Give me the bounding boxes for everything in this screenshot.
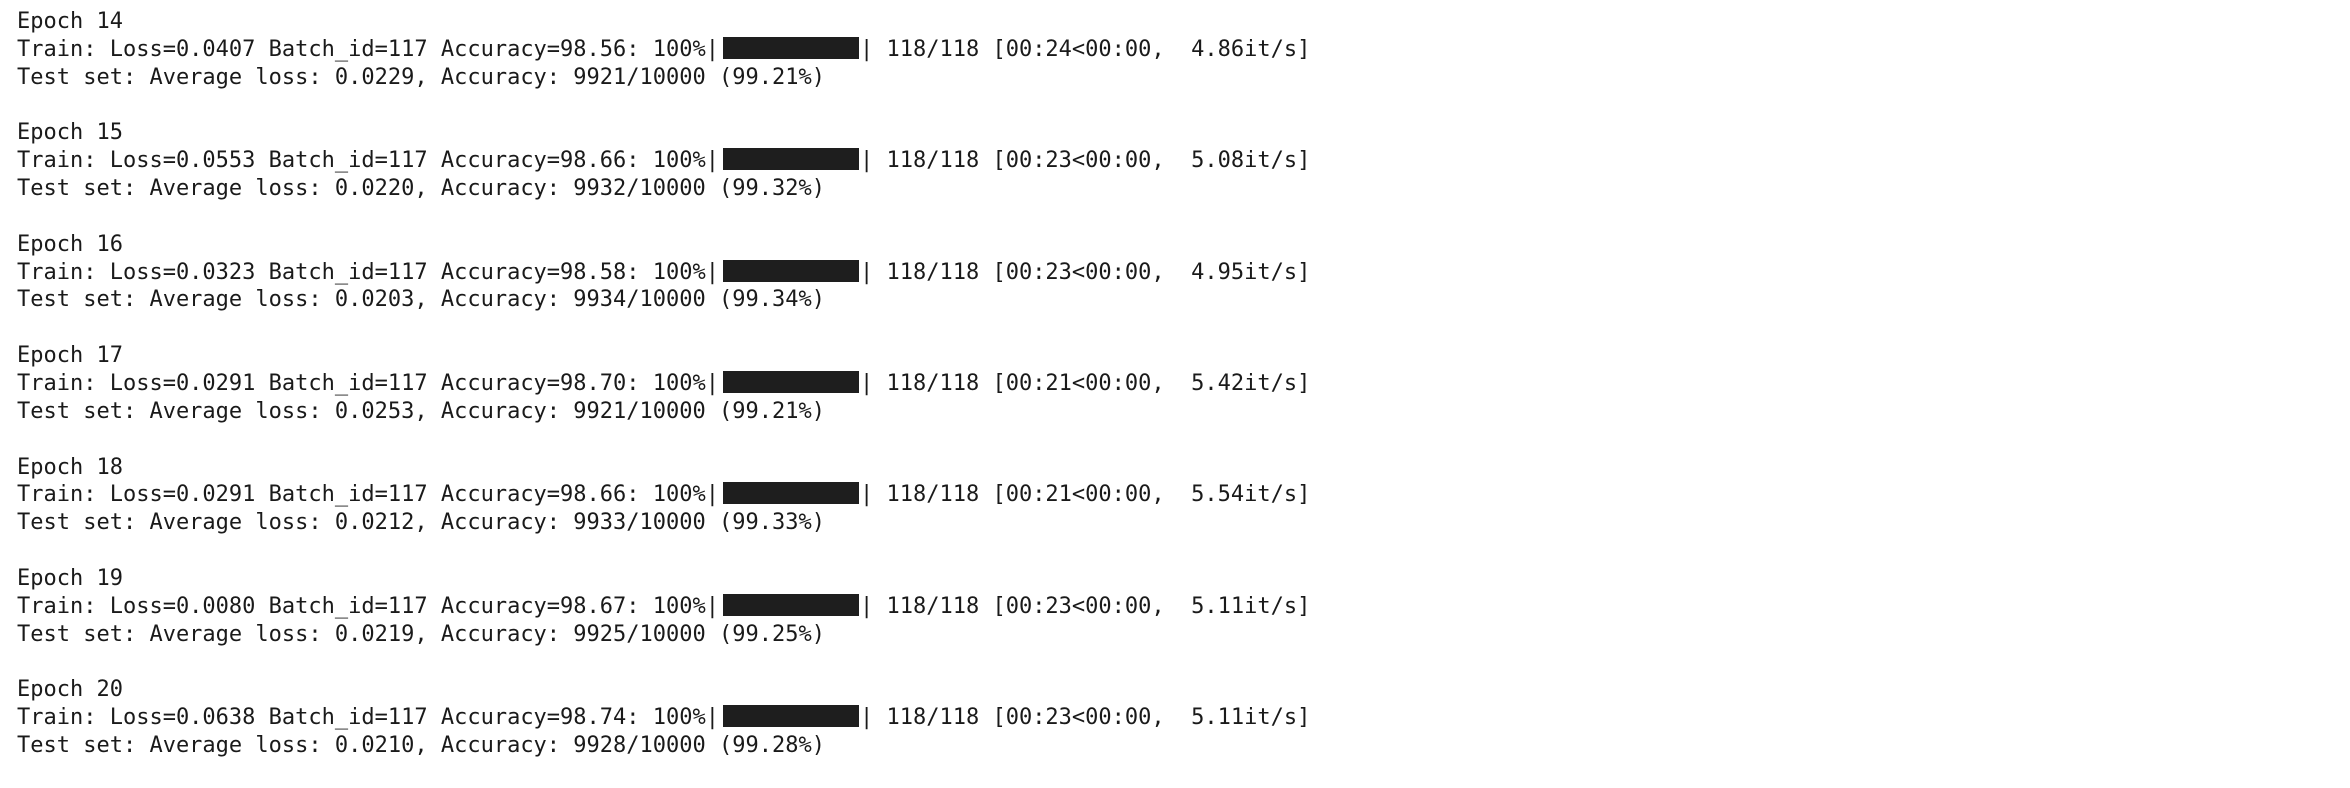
train-progress-stats: 118/118 [00:23<00:00, 5.11it/s] <box>873 593 1311 619</box>
train-progress-stats: 118/118 [00:23<00:00, 5.08it/s] <box>873 148 1311 174</box>
progress-bar-right-edge: | <box>860 482 874 508</box>
train-line: Train: Loss=0.0291 Batch_id=117 Accuracy… <box>17 481 2317 509</box>
epoch-block: Epoch 16 Train: Loss=0.0323 Batch_id=117… <box>17 231 2317 314</box>
progress-bar <box>723 482 859 505</box>
epoch-block: Epoch 15 Train: Loss=0.0553 Batch_id=117… <box>17 119 2317 202</box>
progress-bar-right-edge: | <box>860 593 874 619</box>
train-line: Train: Loss=0.0080 Batch_id=117 Accuracy… <box>17 593 2317 621</box>
epoch-block: Epoch 20 Train: Loss=0.0638 Batch_id=117… <box>17 676 2317 759</box>
epoch-header: Epoch 17 <box>17 343 123 369</box>
train-stats: Train: Loss=0.0080 Batch_id=117 Accuracy… <box>17 593 706 619</box>
progress-bar-left-edge: | <box>705 705 719 731</box>
test-result-line: Test set: Average loss: 0.0220, Accuracy… <box>17 175 825 201</box>
epoch-block: Epoch 19 Train: Loss=0.0080 Batch_id=117… <box>17 565 2317 648</box>
epoch-header: Epoch 19 <box>17 565 123 591</box>
train-line: Train: Loss=0.0407 Batch_id=117 Accuracy… <box>17 36 2317 64</box>
epoch-header: Epoch 15 <box>17 120 123 146</box>
progress-bar-left-edge: | <box>705 148 719 174</box>
progress-bar-fill <box>723 370 859 393</box>
train-line: Train: Loss=0.0323 Batch_id=117 Accuracy… <box>17 259 2317 287</box>
progress-bar-left-edge: | <box>705 36 719 62</box>
progress-bar-right-edge: | <box>860 36 874 62</box>
progress-bar <box>723 36 859 59</box>
progress-bar-right-edge: | <box>860 259 874 285</box>
progress-bar-fill <box>723 705 859 728</box>
test-result-line: Test set: Average loss: 0.0253, Accuracy… <box>17 398 825 424</box>
train-line: Train: Loss=0.0553 Batch_id=117 Accuracy… <box>17 147 2317 175</box>
progress-bar-fill <box>723 593 859 616</box>
train-stats: Train: Loss=0.0407 Batch_id=117 Accuracy… <box>17 36 706 62</box>
epoch-header: Epoch 14 <box>17 9 123 34</box>
progress-bar-right-edge: | <box>860 148 874 174</box>
progress-bar-fill <box>723 148 859 171</box>
epoch-header: Epoch 18 <box>17 454 123 480</box>
progress-bar-fill <box>723 482 859 505</box>
progress-bar <box>723 593 859 616</box>
progress-bar-left-edge: | <box>705 593 719 619</box>
train-stats: Train: Loss=0.0553 Batch_id=117 Accuracy… <box>17 148 706 174</box>
progress-bar-fill <box>723 259 859 282</box>
progress-bar-left-edge: | <box>705 259 719 285</box>
train-stats: Train: Loss=0.0323 Batch_id=117 Accuracy… <box>17 259 706 285</box>
train-line: Train: Loss=0.0291 Batch_id=117 Accuracy… <box>17 370 2317 398</box>
progress-bar <box>723 148 859 171</box>
test-result-line: Test set: Average loss: 0.0212, Accuracy… <box>17 510 825 536</box>
test-result-line: Test set: Average loss: 0.0219, Accuracy… <box>17 621 825 647</box>
train-stats: Train: Loss=0.0291 Batch_id=117 Accuracy… <box>17 482 706 508</box>
train-progress-stats: 118/118 [00:21<00:00, 5.42it/s] <box>873 370 1311 396</box>
progress-bar-left-edge: | <box>705 482 719 508</box>
progress-bar-left-edge: | <box>705 370 719 396</box>
epoch-header: Epoch 20 <box>17 677 123 703</box>
progress-bar-fill <box>723 36 859 59</box>
train-progress-stats: 118/118 [00:23<00:00, 4.95it/s] <box>873 259 1311 285</box>
test-result-line: Test set: Average loss: 0.0210, Accuracy… <box>17 732 825 758</box>
test-result-line: Test set: Average loss: 0.0229, Accuracy… <box>17 64 825 90</box>
progress-bar <box>723 370 859 393</box>
train-stats: Train: Loss=0.0291 Batch_id=117 Accuracy… <box>17 370 706 396</box>
training-log-output: Epoch 14 Train: Loss=0.0407 Batch_id=117… <box>17 8 2317 788</box>
test-result-line: Test set: Average loss: 0.0203, Accuracy… <box>17 287 825 313</box>
train-line: Train: Loss=0.0638 Batch_id=117 Accuracy… <box>17 704 2317 732</box>
progress-bar-right-edge: | <box>860 370 874 396</box>
train-progress-stats: 118/118 [00:24<00:00, 4.86it/s] <box>873 36 1311 62</box>
progress-bar <box>723 259 859 282</box>
epoch-header: Epoch 16 <box>17 231 123 257</box>
train-progress-stats: 118/118 [00:21<00:00, 5.54it/s] <box>873 482 1311 508</box>
epoch-block: Epoch 17 Train: Loss=0.0291 Batch_id=117… <box>17 342 2317 425</box>
progress-bar-right-edge: | <box>860 705 874 731</box>
epoch-block: Epoch 18 Train: Loss=0.0291 Batch_id=117… <box>17 454 2317 537</box>
train-progress-stats: 118/118 [00:23<00:00, 5.11it/s] <box>873 705 1311 731</box>
progress-bar <box>723 705 859 728</box>
epoch-block: Epoch 14 Train: Loss=0.0407 Batch_id=117… <box>17 8 2317 91</box>
train-stats: Train: Loss=0.0638 Batch_id=117 Accuracy… <box>17 705 706 731</box>
